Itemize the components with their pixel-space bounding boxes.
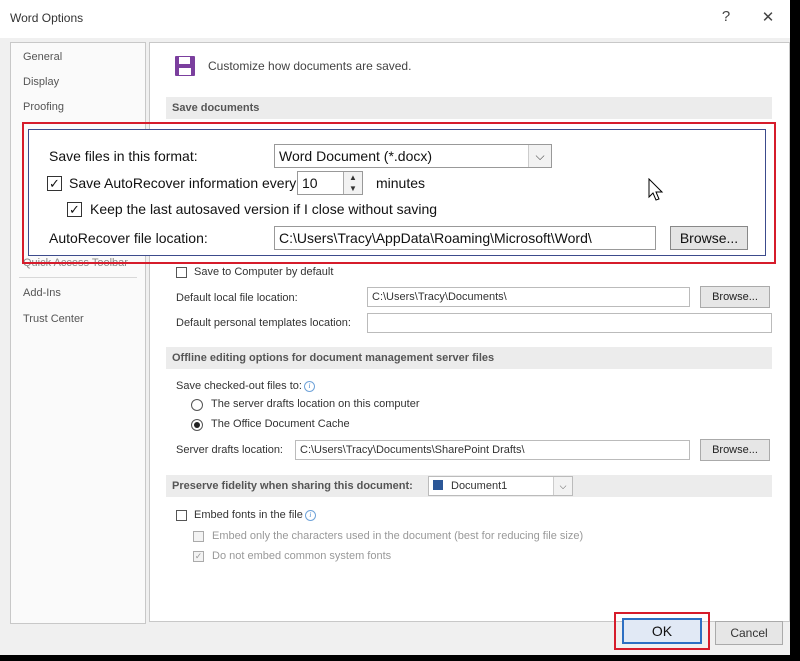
keep-last-autosaved-label: Keep the last autosaved version if I clo… <box>90 201 438 217</box>
word-document-icon <box>433 480 443 490</box>
info-icon: i <box>303 381 315 392</box>
server-drafts-browse-button[interactable]: Browse... <box>700 439 770 461</box>
nav-item-add-ins[interactable]: Add-Ins <box>23 287 61 299</box>
keep-last-autosaved-checkbox[interactable]: ✓ <box>67 202 82 217</box>
server-drafts-location-label: Server drafts location: <box>176 444 283 456</box>
nav-divider <box>19 277 137 278</box>
save-to-computer-label: Save to Computer by default <box>194 266 334 278</box>
autorecover-minutes-spinner[interactable]: 10 ▲ ▼ <box>297 171 363 195</box>
chevron-down-icon: ⌵ <box>553 477 572 495</box>
default-local-location-field[interactable]: C:\Users\Tracy\Documents\ <box>367 287 690 307</box>
nav-item-trust-center[interactable]: Trust Center <box>23 313 84 325</box>
fidelity-document-value: Document1 <box>451 480 508 492</box>
chevron-down-icon[interactable]: ▼ <box>344 183 362 194</box>
autorecover-browse-button[interactable]: Browse... <box>670 226 748 250</box>
save-format-label: Save files in this format: <box>49 148 198 164</box>
chevron-down-icon: ⌵ <box>528 145 551 167</box>
nav-item-proofing[interactable]: Proofing <box>23 101 64 113</box>
no-common-fonts-checkbox[interactable]: ✓ <box>193 551 204 562</box>
save-format-dropdown[interactable]: Word Document (*.docx) ⌵ <box>274 144 552 168</box>
spinner-arrows[interactable]: ▲ ▼ <box>343 172 362 194</box>
checked-out-label: Save checked-out files to: i <box>176 380 315 392</box>
section-save-documents: Save documents <box>166 97 772 119</box>
server-drafts-radio-label: The server drafts location on this compu… <box>211 398 420 410</box>
office-document-cache-radio[interactable] <box>191 419 203 431</box>
minutes-label: minutes <box>376 175 426 191</box>
autorecover-location-field[interactable]: C:\Users\Tracy\AppData\Roaming\Microsoft… <box>274 226 656 250</box>
nav-item-general[interactable]: General <box>23 51 62 63</box>
embed-fonts-label: Embed fonts in the file i <box>194 509 316 521</box>
help-button[interactable]: ? <box>714 8 738 25</box>
autorecover-label: Save AutoRecover information every <box>69 175 297 191</box>
embed-fonts-checkbox[interactable] <box>176 510 187 521</box>
section-offline-editing: Offline editing options for document man… <box>166 347 772 369</box>
server-drafts-radio[interactable] <box>191 399 203 411</box>
dialog-title: Word Options <box>10 11 84 25</box>
default-local-location-label: Default local file location: <box>176 292 298 304</box>
default-local-browse-button[interactable]: Browse... <box>700 286 770 308</box>
personal-templates-field[interactable] <box>367 313 772 333</box>
embed-only-used-checkbox[interactable] <box>193 531 204 542</box>
save-to-computer-checkbox[interactable] <box>176 267 187 278</box>
mouse-cursor-icon <box>648 178 664 201</box>
fidelity-document-dropdown[interactable]: Document1 ⌵ <box>428 476 573 496</box>
office-document-cache-label: The Office Document Cache <box>211 418 350 430</box>
title-bar: Word Options ? ✕ <box>0 0 790 38</box>
no-common-fonts-label: Do not embed common system fonts <box>212 550 392 562</box>
personal-templates-label: Default personal templates location: <box>176 317 351 329</box>
chevron-up-icon[interactable]: ▲ <box>344 172 362 183</box>
word-options-dialog: Word Options ? ✕ General Display Proofin… <box>0 0 790 655</box>
content-header-text: Customize how documents are saved. <box>208 59 412 73</box>
server-drafts-location-field[interactable]: C:\Users\Tracy\Documents\SharePoint Draf… <box>295 440 690 460</box>
save-format-value: Word Document (*.docx) <box>279 148 433 164</box>
info-icon: i <box>304 510 316 521</box>
cancel-button[interactable]: Cancel <box>715 621 783 645</box>
save-icon <box>175 56 195 76</box>
ok-button[interactable]: OK <box>622 618 702 644</box>
nav-item-display[interactable]: Display <box>23 76 59 88</box>
fidelity-title: Preserve fidelity when sharing this docu… <box>172 480 413 492</box>
autorecover-checkbox[interactable]: ✓ <box>47 176 62 191</box>
embed-only-used-label: Embed only the characters used in the do… <box>212 530 584 542</box>
autorecover-minutes-value: 10 <box>302 175 318 191</box>
autorecover-location-label: AutoRecover file location: <box>49 230 208 246</box>
radio-selected-dot <box>194 422 200 428</box>
close-button[interactable]: ✕ <box>756 8 780 26</box>
